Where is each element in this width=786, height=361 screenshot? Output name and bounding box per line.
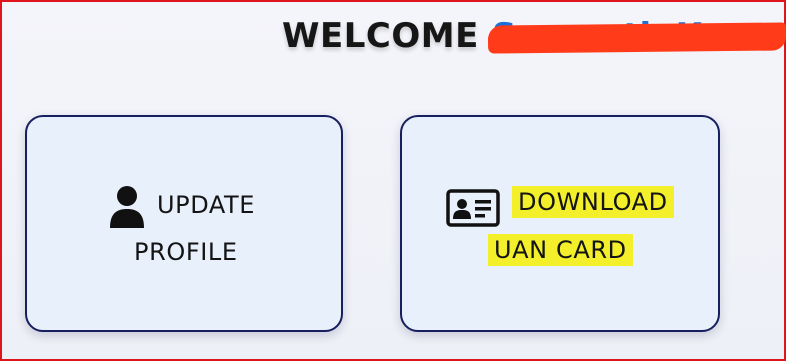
download-uan-line2: UAN CARD	[488, 234, 633, 266]
welcome-label: WELCOME	[282, 16, 479, 56]
update-profile-line2: PROFILE	[134, 238, 238, 266]
download-uan-line1: DOWNLOAD	[512, 186, 674, 218]
screen-frame: WELCOME Sumanth Kumar UPDATE PROFILE DOW…	[0, 0, 786, 361]
welcome-header: WELCOME Sumanth Kumar	[2, 2, 786, 72]
download-uan-line1-highlight: DOWNLOAD	[512, 186, 674, 218]
redaction-mark	[487, 22, 786, 54]
download-uan-line2-highlight: UAN CARD	[488, 234, 633, 266]
id-card-icon	[446, 189, 500, 227]
download-uan-card[interactable]: DOWNLOAD UAN CARD	[400, 115, 720, 332]
update-profile-card[interactable]: UPDATE PROFILE	[25, 115, 343, 332]
update-profile-line1: UPDATE	[157, 191, 256, 219]
person-icon	[110, 186, 144, 228]
